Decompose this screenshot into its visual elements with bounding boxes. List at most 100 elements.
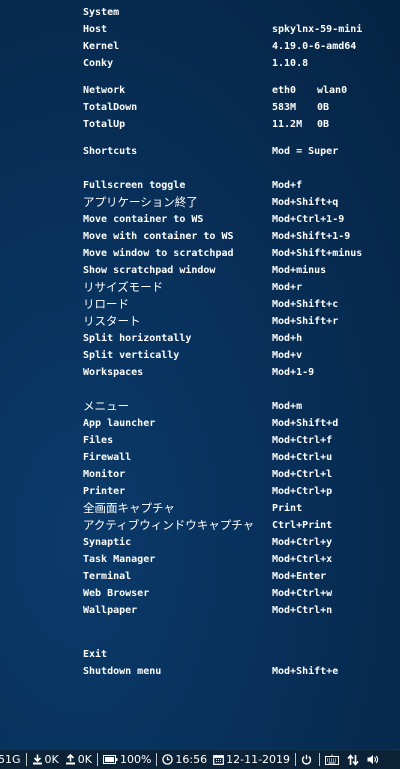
keyboard-icon: [325, 754, 340, 765]
kernel-label: Kernel: [83, 41, 120, 52]
conky-row: Conky 1.10.8: [0, 55, 400, 72]
separator: [156, 753, 158, 766]
shortcut-row: Task Manager Mod+Ctrl+x: [0, 551, 400, 568]
shortcut-action: 全画面キャプチャ: [83, 501, 175, 515]
power-icon: [301, 754, 312, 765]
kernel-row: Kernel 4.19.0-6-amd64: [0, 38, 400, 55]
clock-icon: [162, 754, 174, 765]
shortcut-keys: Mod+Shift+c: [272, 299, 339, 310]
shortcut-row: Split horizontally Mod+h: [0, 330, 400, 347]
volume-button[interactable]: [364, 750, 385, 769]
shortcut-keys: Mod+Ctrl+1-9: [272, 214, 345, 225]
shortcut-row: メニュー Mod+m: [0, 398, 400, 415]
shortcut-keys: Mod+Ctrl+y: [272, 537, 333, 548]
shortcut-action: App launcher: [83, 418, 156, 429]
shortcut-action: メニュー: [83, 399, 129, 413]
shortcut-keys: Mod+Ctrl+x: [272, 554, 333, 565]
totaldown-row: TotalDown 583M 0B: [0, 99, 400, 116]
network-arrows-icon: [347, 753, 359, 766]
shortcut-row: Workspaces Mod+1-9: [0, 364, 400, 381]
shortcut-row: リサイズモード Mod+r: [0, 279, 400, 296]
shortcut-row: リロード Mod+Shift+c: [0, 296, 400, 313]
download-block: 0K: [29, 750, 62, 769]
shortcut-keys: Mod+v: [272, 350, 303, 361]
shortcut-row: Move container to WS Mod+Ctrl+1-9: [0, 211, 400, 228]
shortcut-row: Monitor Mod+Ctrl+l: [0, 466, 400, 483]
shortcut-keys: Mod+Ctrl+w: [272, 588, 333, 599]
upload-value: 0K: [77, 753, 92, 766]
shortcut-keys: Mod+Ctrl+u: [272, 452, 333, 463]
network-row: Network eth0 wlan0: [0, 82, 400, 99]
shortcuts-header-row: Shortcuts Mod = Super: [0, 143, 400, 160]
totalup-label: TotalUp: [83, 119, 126, 130]
mod-key-note: Mod = Super: [272, 146, 339, 157]
shortcut-row: Files Mod+Ctrl+f: [0, 432, 400, 449]
shortcut-action: Split vertically: [83, 350, 180, 361]
shortcut-keys: Mod+Shift+d: [272, 418, 339, 429]
shortcut-row: アプリケーション終了 Mod+Shift+q: [0, 194, 400, 211]
shortcut-action: Terminal: [83, 571, 132, 582]
iface-eth0: eth0: [272, 85, 297, 96]
shortcut-action: アプリケーション終了: [83, 195, 198, 209]
separator: [96, 753, 98, 766]
shortcut-row: Firewall Mod+Ctrl+u: [0, 449, 400, 466]
conky-label: Conky: [83, 58, 114, 69]
battery-icon: [102, 755, 118, 764]
shortcut-keys: Mod+minus: [272, 265, 327, 276]
shortcut-action: リサイズモード: [83, 280, 164, 294]
shortcut-keys: Mod+Ctrl+l: [272, 469, 333, 480]
volume-icon: [367, 754, 380, 765]
totaldown-eth0: 583M: [272, 102, 297, 113]
disk-block: 51G: [0, 750, 24, 769]
shortcut-action: Fullscreen toggle: [83, 180, 186, 191]
separator: [319, 753, 321, 766]
date-block[interactable]: 12-11-2019: [210, 750, 293, 769]
system-heading: System: [83, 7, 120, 18]
download-icon: [32, 754, 43, 765]
shortcut-row: Move with container to WS Mod+Shift+1-9: [0, 228, 400, 245]
shortcut-action: アクティブウィンドウキャプチャ: [83, 518, 255, 532]
shortcut-keys: Mod+Enter: [272, 571, 327, 582]
shortcut-row: App launcher Mod+Shift+d: [0, 415, 400, 432]
shortcut-keys: Mod+Shift+q: [272, 197, 339, 208]
shortcut-row: 全画面キャプチャ Print: [0, 500, 400, 517]
shortcut-keys: Mod+Shift+r: [272, 316, 339, 327]
shutdown-row: Shutdown menu Mod+Shift+e: [0, 663, 400, 680]
shortcut-action: Wallpaper: [83, 605, 138, 616]
shortcut-keys: Mod+h: [272, 333, 303, 344]
disk-value: 51G: [0, 753, 21, 766]
exit-row: Exit: [0, 646, 400, 663]
shortcut-keys: Mod+m: [272, 401, 303, 412]
shortcut-action: Files: [83, 435, 114, 446]
upload-block: 0K: [62, 750, 95, 769]
battery-block: 100%: [100, 750, 154, 769]
battery-value: 100%: [119, 753, 152, 766]
shortcut-keys: Mod+r: [272, 282, 303, 293]
shortcut-action: Show scratchpad window: [83, 265, 216, 276]
keyboard-button[interactable]: [322, 750, 344, 769]
clock-block[interactable]: 16:56: [159, 750, 210, 769]
host-row: Host spkylnx-59-mini: [0, 21, 400, 38]
calendar-icon: [213, 754, 225, 765]
kernel-value: 4.19.0-6-amd64: [272, 41, 357, 52]
totalup-row: TotalUp 11.2M 0B: [0, 116, 400, 133]
shortcut-action: Move window to scratchpad: [83, 248, 234, 259]
shortcut-row: Printer Mod+Ctrl+p: [0, 483, 400, 500]
shortcut-action: Web Browser: [83, 588, 150, 599]
totalup-wlan0: 0B: [317, 119, 330, 130]
shortcut-action: Move with container to WS: [83, 231, 234, 242]
shortcut-keys: Print: [272, 503, 303, 514]
totalup-eth0: 11.2M: [272, 119, 303, 130]
separator: [295, 753, 297, 766]
shutdown-label: Shutdown menu: [83, 666, 162, 677]
shortcut-action: Synaptic: [83, 537, 132, 548]
network-button[interactable]: [344, 750, 364, 769]
iface-wlan0: wlan0: [317, 85, 348, 96]
power-button[interactable]: [298, 750, 317, 769]
conky-value: 1.10.8: [272, 58, 309, 69]
shortcut-row: アクティブウィンドウキャプチャ Ctrl+Print: [0, 517, 400, 534]
shortcut-keys: Mod+Ctrl+p: [272, 486, 333, 497]
shortcut-keys: Mod+1-9: [272, 367, 315, 378]
date-value: 12-11-2019: [226, 753, 291, 766]
shortcut-action: Printer: [83, 486, 126, 497]
